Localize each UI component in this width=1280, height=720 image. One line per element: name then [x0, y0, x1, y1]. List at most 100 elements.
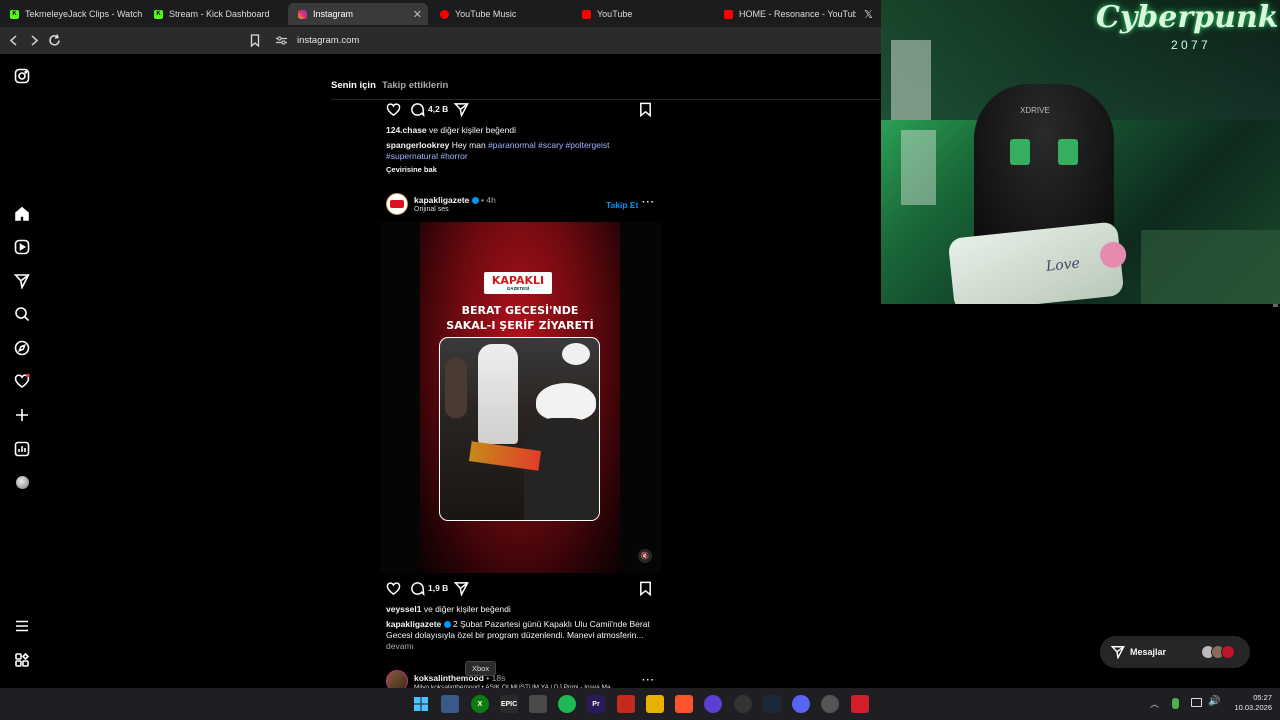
calculator-icon[interactable] — [529, 695, 547, 713]
tab-label: Stream - Kick Dashboard — [169, 9, 270, 19]
post2-avatar[interactable] — [386, 193, 408, 215]
caption-text: Hey man — [451, 140, 486, 150]
tab-kick-dashboard[interactable]: K Stream - Kick Dashboard — [144, 3, 286, 25]
clock-date: 10.03.2026 — [1234, 703, 1272, 712]
search-icon[interactable] — [13, 305, 31, 323]
desktop-app-icon[interactable] — [441, 695, 459, 713]
also-from-meta-icon[interactable] — [13, 651, 31, 669]
xbox-icon[interactable]: X — [471, 695, 489, 713]
caption-more-link[interactable]: devamı — [386, 641, 414, 651]
instagram-logo-icon[interactable] — [13, 67, 31, 85]
forward-icon[interactable] — [29, 35, 39, 46]
tab-following[interactable]: Takip ettiklerin — [382, 80, 448, 91]
windows-start-icon[interactable] — [412, 695, 430, 713]
reels-icon[interactable] — [13, 238, 31, 256]
instagram-icon — [298, 9, 307, 19]
more-menu-icon[interactable] — [13, 617, 31, 635]
tab-resonance[interactable]: HOME - Resonance - YouTube — [714, 3, 856, 25]
liked-by-user[interactable]: 124.chase — [386, 125, 427, 135]
hashtags[interactable]: #supernatural #horror — [386, 151, 468, 161]
post2-media[interactable]: KAPAKLI GAZETESİ BERAT GECESİ'NDE SAKAL-… — [380, 222, 661, 573]
url-text: instagram.com — [297, 35, 360, 46]
home-icon[interactable] — [13, 205, 31, 223]
reload-icon[interactable] — [48, 34, 61, 47]
notifications-heart-icon[interactable] — [13, 372, 31, 390]
epic-games-icon[interactable]: EPIC — [500, 695, 518, 713]
steam-icon[interactable] — [763, 695, 781, 713]
comment-icon[interactable] — [410, 102, 425, 117]
back-icon[interactable] — [9, 35, 19, 46]
like-heart-icon[interactable] — [386, 581, 401, 596]
youtube-icon — [724, 9, 733, 19]
dashboard-icon[interactable] — [13, 440, 31, 458]
microphone-icon[interactable] — [1172, 698, 1179, 709]
brave-browser-icon[interactable] — [675, 695, 693, 713]
settings-gear-icon[interactable] — [821, 695, 839, 713]
direct-send-icon — [1111, 646, 1125, 659]
chair-hole — [1010, 139, 1030, 165]
headline-line2: SAKAL-I ŞERİF ZİYARETİ — [446, 319, 594, 332]
mute-icon[interactable]: 🔇 — [638, 549, 652, 563]
premiere-pro-icon[interactable]: Pr — [587, 695, 605, 713]
bookmark-icon[interactable] — [250, 34, 260, 47]
volume-icon[interactable]: 🔊 — [1208, 696, 1220, 707]
cyberpunk-year: 2 0 7 7 — [1171, 38, 1208, 52]
network-icon[interactable] — [1191, 698, 1202, 707]
app-gray-icon[interactable] — [734, 695, 752, 713]
post2-audio[interactable]: Orijinal ses — [414, 206, 449, 213]
caption-username[interactable]: kapakligazete — [386, 619, 441, 629]
create-plus-icon[interactable] — [13, 406, 31, 424]
tab-label: YouTube — [597, 9, 633, 19]
explore-icon[interactable] — [13, 339, 31, 357]
app-purple-icon[interactable] — [704, 695, 722, 713]
save-bookmark-icon[interactable] — [638, 581, 653, 596]
kick-icon: K — [10, 9, 19, 19]
tab-label: YouTube Music — [455, 9, 517, 19]
post2-photo — [439, 337, 600, 521]
app-red-icon[interactable] — [617, 695, 635, 713]
site-settings-icon[interactable] — [276, 36, 287, 45]
tab-youtube[interactable]: YouTube — [572, 3, 714, 25]
comment-icon[interactable] — [410, 581, 425, 596]
profile-avatar[interactable] — [13, 473, 31, 491]
liked-by-rest: ve diğer kişiler beğendi — [429, 125, 516, 135]
caption-username[interactable]: spangerlookrey — [386, 140, 449, 150]
close-tab-icon[interactable]: ✕ — [413, 8, 422, 21]
follow-button[interactable]: Takip Et — [606, 200, 638, 210]
url-field[interactable]: instagram.com — [268, 30, 888, 51]
x-icon: 𝕏 — [864, 8, 873, 21]
discord-icon[interactable] — [792, 695, 810, 713]
like-heart-icon[interactable] — [386, 102, 401, 117]
spotify-icon[interactable] — [558, 695, 576, 713]
hashtags[interactable]: #paranormal #scary #poltergeist — [488, 140, 609, 150]
clock[interactable]: 05:27 10.03.2026 — [1226, 693, 1272, 713]
kick-icon: K — [154, 9, 163, 19]
save-bookmark-icon[interactable] — [638, 102, 653, 117]
verified-badge-icon — [443, 621, 451, 628]
app-red2-icon[interactable] — [851, 695, 869, 713]
post-options-icon[interactable]: ··· — [642, 675, 655, 686]
tab-x[interactable]: 𝕏 — [858, 3, 880, 25]
direct-send-icon[interactable] — [13, 272, 31, 290]
liked-by-user[interactable]: veyssel1 — [386, 604, 421, 614]
share-icon[interactable] — [454, 102, 469, 117]
tab-kick-clips[interactable]: K TekmeleyeJack Clips - Watch Li — [0, 3, 142, 25]
post2-username[interactable]: kapakligazete — [414, 195, 469, 205]
messages-button[interactable]: Mesajlar — [1100, 636, 1250, 668]
post1-actions: 4,2 B — [386, 101, 656, 119]
photo-figure-turban — [562, 343, 590, 365]
webcam-overlay: Cyberpunk 2 0 7 7 XDRIVE Love — [881, 0, 1280, 304]
tray-chevron-up-icon[interactable]: ︿ — [1150, 697, 1159, 710]
see-translation-link[interactable]: Çevirisine bak — [386, 165, 437, 174]
tab-instagram[interactable]: Instagram ✕ — [288, 3, 428, 25]
tab-for-you[interactable]: Senin için — [331, 80, 376, 91]
file-explorer-icon[interactable] — [646, 695, 664, 713]
post2-actions: 1,9 B — [386, 580, 656, 598]
taskbar: X EPIC Pr ︿ 🔊 05:27 10.03.2026 — [0, 688, 1280, 720]
verified-badge-icon — [471, 197, 479, 204]
post-options-icon[interactable]: ··· — [642, 197, 655, 208]
tab-youtube-music[interactable]: YouTube Music — [430, 3, 572, 25]
photo-figure-robe — [478, 344, 518, 444]
share-icon[interactable] — [454, 581, 469, 596]
scrollbar-arrow[interactable] — [1273, 304, 1278, 307]
